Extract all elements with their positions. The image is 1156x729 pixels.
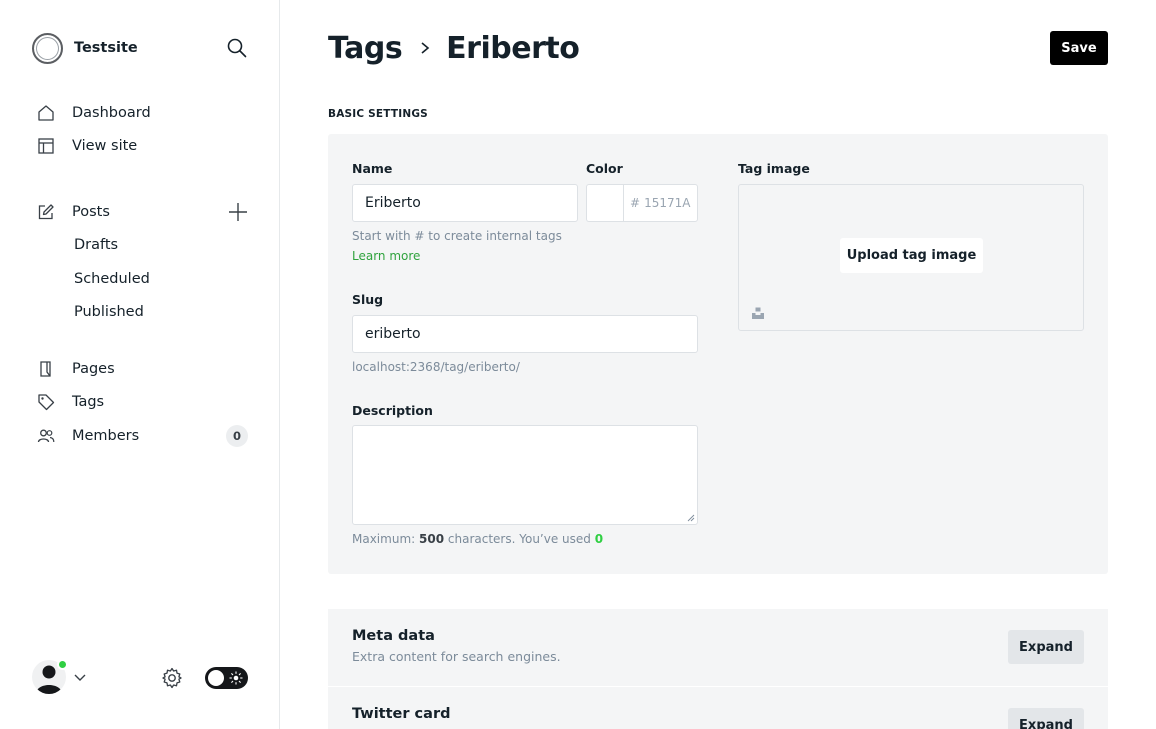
description-label: Description	[352, 403, 433, 418]
gear-icon[interactable]	[160, 666, 184, 690]
sidebar-footer	[32, 658, 248, 698]
twitter-card-expand-button[interactable]: Expand	[1008, 708, 1084, 729]
meta-data-expand-button[interactable]: Expand	[1008, 630, 1084, 664]
sidebar-item-drafts[interactable]: Drafts	[36, 229, 252, 263]
sidebar-item-label: Members	[72, 427, 140, 444]
sidebar-item-published[interactable]: Published	[36, 296, 252, 330]
meta-data-subtitle: Extra content for search engines.	[352, 649, 561, 664]
hash-prefix: #	[630, 196, 641, 210]
sidebar: Testsite Dashboard View site Posts Draft…	[0, 0, 280, 729]
description-hint: Maximum: 500 characters. You’ve used 0	[352, 532, 603, 546]
name-input[interactable]: Eriberto	[352, 184, 578, 222]
color-swatch[interactable]	[586, 184, 624, 222]
sidebar-item-view-site[interactable]: View site	[36, 130, 252, 164]
sidebar-item-label: View site	[72, 138, 138, 155]
members-count-badge: 0	[226, 425, 248, 447]
tag-image-dropzone[interactable]: Upload tag image	[738, 184, 1084, 331]
search-icon[interactable]	[226, 37, 248, 59]
hint-middle: characters. You’ve used	[447, 532, 591, 546]
sidebar-item-pages[interactable]: Pages	[36, 352, 252, 386]
sidebar-item-dashboard[interactable]: Dashboard	[36, 96, 252, 130]
meta-data-title: Meta data	[352, 628, 435, 644]
sun-icon	[229, 671, 243, 685]
twitter-card-section: Twitter card Expand	[328, 687, 1108, 729]
description-textarea[interactable]	[352, 425, 698, 525]
used-chars: 0	[594, 532, 604, 546]
sidebar-item-members[interactable]: Members 0	[36, 419, 252, 453]
breadcrumb-current: Eriberto	[446, 30, 580, 66]
sidebar-item-label: Pages	[72, 360, 115, 377]
page-title: Tags Eriberto	[328, 28, 580, 68]
name-hint: Start with # to create internal tags	[352, 229, 562, 243]
color-hex-input[interactable]: # 15171A	[623, 184, 698, 222]
sidebar-item-label: Dashboard	[72, 104, 151, 121]
chevron-down-icon[interactable]	[73, 670, 87, 684]
save-button[interactable]: Save	[1050, 31, 1108, 65]
slug-input[interactable]: eriberto	[352, 315, 698, 353]
twitter-card-title: Twitter card	[352, 706, 451, 722]
site-name[interactable]: Testsite	[74, 40, 138, 56]
name-label: Name	[352, 161, 393, 176]
site-header: Testsite	[32, 32, 248, 64]
home-icon	[36, 103, 56, 123]
meta-data-section: Meta data Extra content for search engin…	[328, 609, 1108, 686]
upload-tag-image-button[interactable]: Upload tag image	[840, 238, 983, 273]
breadcrumb-parent[interactable]: Tags	[328, 31, 403, 66]
tag-icon	[36, 392, 56, 412]
toggle-knob	[208, 670, 224, 686]
online-status-dot	[57, 659, 68, 670]
resize-grip-icon[interactable]	[687, 514, 695, 522]
content-nav: Pages Tags Members 0	[36, 352, 252, 453]
color-label: Color	[586, 161, 623, 176]
section-title: BASIC SETTINGS	[328, 108, 428, 120]
members-icon	[36, 426, 56, 446]
chevron-right-icon	[414, 37, 436, 59]
primary-nav: Dashboard View site	[36, 96, 252, 163]
hint-prefix: Maximum:	[352, 532, 416, 546]
theme-toggle[interactable]	[205, 667, 248, 689]
slug-url: localhost:2368/tag/eriberto/	[352, 360, 520, 374]
sidebar-item-tags[interactable]: Tags	[36, 386, 252, 420]
sidebar-item-label: Posts	[72, 203, 110, 220]
max-chars: 500	[419, 532, 445, 546]
learn-more-link[interactable]: Learn more	[352, 249, 420, 263]
edit-icon	[36, 202, 56, 222]
posts-nav: Posts Drafts Scheduled Published	[36, 195, 252, 329]
unsplash-icon[interactable]	[751, 306, 765, 320]
sidebar-item-scheduled[interactable]: Scheduled	[36, 262, 252, 296]
slug-label: Slug	[352, 292, 384, 307]
layout-icon	[36, 136, 56, 156]
sidebar-item-posts[interactable]: Posts	[36, 195, 252, 229]
color-placeholder: 15171A	[644, 196, 691, 210]
add-post-icon[interactable]	[227, 201, 249, 223]
site-logo-icon[interactable]	[32, 32, 63, 64]
sidebar-item-label: Tags	[72, 394, 105, 411]
basic-settings-card: Name Eriberto Color # 15171A Start with …	[328, 134, 1108, 574]
page-icon	[36, 359, 56, 379]
tag-image-label: Tag image	[738, 161, 810, 176]
